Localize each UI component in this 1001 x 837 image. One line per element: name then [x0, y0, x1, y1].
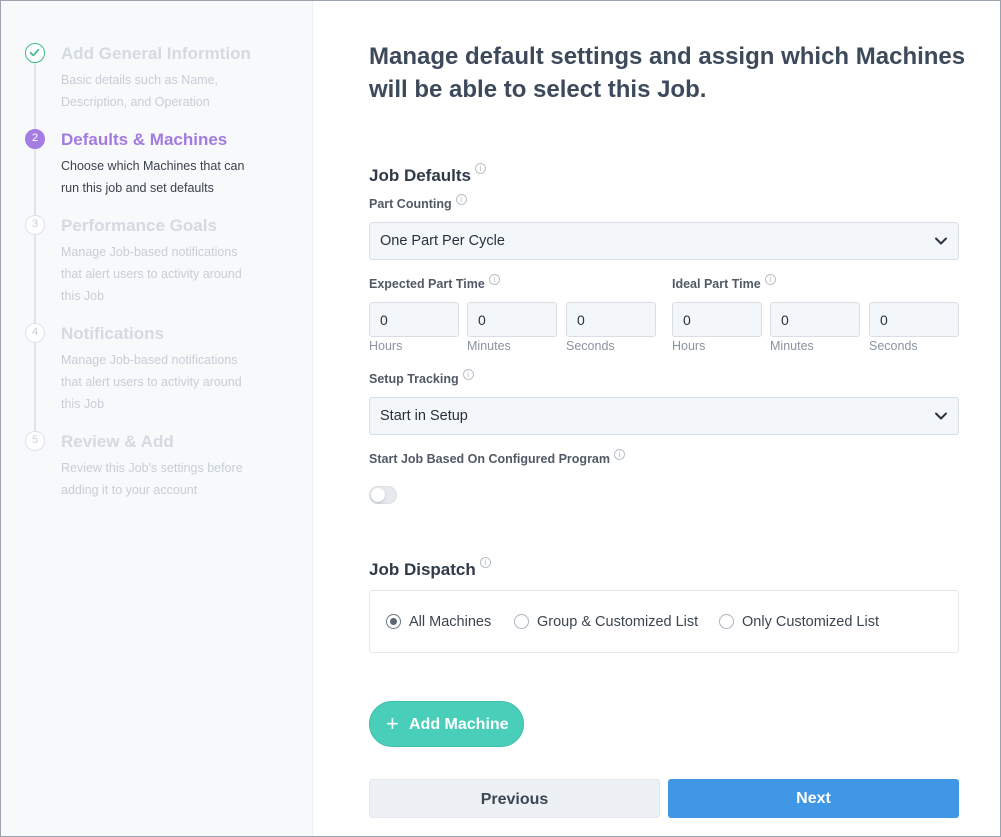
- info-icon[interactable]: i: [614, 449, 626, 460]
- chevron-down-icon: [935, 237, 947, 245]
- info-icon[interactable]: i: [764, 274, 776, 285]
- previous-button[interactable]: Previous: [369, 779, 660, 818]
- info-icon[interactable]: i: [475, 163, 487, 174]
- page-heading: Manage default settings and assign which…: [369, 43, 966, 103]
- start-job-program-label-text: Start Job Based On Configured Program: [369, 452, 611, 466]
- part-counting-label: Part Counting i: [369, 194, 467, 211]
- step-title: Review & Add: [61, 432, 174, 451]
- info-icon[interactable]: i: [488, 274, 500, 285]
- start-job-program-toggle[interactable]: [369, 486, 397, 504]
- steps-connector-line: [34, 63, 36, 441]
- setup-tracking-label-text: Setup Tracking: [369, 372, 459, 386]
- minutes-unit-label: Minutes: [770, 339, 814, 353]
- info-icon[interactable]: i: [455, 194, 467, 205]
- step-description: Manage Job-based notifications that aler…: [61, 353, 242, 411]
- step-number-badge: 4: [25, 323, 45, 343]
- step-description: Basic details such as Name, Description,…: [61, 73, 219, 109]
- expected-hours-input[interactable]: 0: [369, 302, 459, 337]
- step-description: Review this Job's settings before adding…: [61, 461, 243, 497]
- ideal-part-time-label-text: Ideal Part Time: [672, 277, 761, 291]
- next-button[interactable]: Next: [668, 779, 959, 818]
- step-title: Notifications: [61, 324, 164, 343]
- expected-minutes-input[interactable]: 0: [467, 302, 557, 337]
- setup-tracking-value: Start in Setup: [380, 408, 468, 424]
- step-title: Add General Informtion: [61, 44, 251, 63]
- step-description: Manage Job-based notifications that aler…: [61, 245, 242, 303]
- step-number-badge: 5: [25, 431, 45, 451]
- plus-icon: +: [386, 711, 399, 736]
- job-dispatch-title-text: Job Dispatch: [369, 560, 476, 579]
- ideal-part-time-label: Ideal Part Time i: [672, 274, 776, 291]
- ideal-hours-input[interactable]: 0: [672, 302, 762, 337]
- ideal-minutes-input[interactable]: 0: [770, 302, 860, 337]
- radio-indicator: [514, 614, 529, 629]
- add-machine-label: Add Machine: [409, 716, 509, 733]
- check-circle-icon: [25, 43, 45, 63]
- minutes-unit-label: Minutes: [467, 339, 511, 353]
- steps-sidebar: Add General Informtion Basic details suc…: [1, 1, 313, 836]
- info-icon[interactable]: i: [479, 557, 491, 568]
- part-counting-select[interactable]: One Part Per Cycle: [369, 222, 959, 260]
- radio-indicator: [719, 614, 734, 629]
- setup-tracking-select[interactable]: Start in Setup: [369, 397, 959, 435]
- setup-tracking-label: Setup Tracking i: [369, 369, 474, 386]
- radio-selected-indicator: [386, 614, 401, 629]
- hours-unit-label: Hours: [672, 339, 706, 353]
- expected-part-time-label: Expected Part Time i: [369, 274, 500, 291]
- ideal-seconds-input[interactable]: 0: [869, 302, 959, 337]
- seconds-unit-label: Seconds: [566, 339, 615, 353]
- radio-only-customized-list[interactable]: Only Customized List: [719, 614, 879, 630]
- start-job-program-label: Start Job Based On Configured Program i: [369, 449, 626, 466]
- radio-label: All Machines: [409, 614, 492, 630]
- step-number-badge: 2: [25, 129, 45, 149]
- radio-label: Only Customized List: [742, 614, 879, 630]
- hours-unit-label: Hours: [369, 339, 403, 353]
- expected-part-time-label-text: Expected Part Time: [369, 277, 485, 291]
- step-title: Defaults & Machines: [61, 130, 228, 149]
- expected-seconds-input[interactable]: 0: [566, 302, 656, 337]
- step-description: Choose which Machines that can run this …: [61, 159, 245, 195]
- radio-all-machines[interactable]: All Machines: [386, 614, 491, 630]
- job-dispatch-options: All Machines Group & Customized List Onl…: [369, 590, 959, 653]
- step-title: Performance Goals: [61, 216, 217, 235]
- add-machine-button[interactable]: + Add Machine: [369, 701, 524, 747]
- info-icon[interactable]: i: [462, 369, 474, 380]
- job-dispatch-title: Job Dispatch i: [369, 557, 491, 580]
- job-defaults-title: Job Defaults i: [369, 163, 487, 186]
- job-defaults-title-text: Job Defaults: [369, 166, 472, 185]
- seconds-unit-label: Seconds: [869, 339, 918, 353]
- part-counting-label-text: Part Counting: [369, 197, 452, 211]
- radio-group-customized-list[interactable]: Group & Customized List: [514, 614, 698, 630]
- toggle-knob: [371, 488, 385, 502]
- chevron-down-icon: [935, 412, 947, 420]
- part-counting-value: One Part Per Cycle: [380, 233, 505, 249]
- radio-label: Group & Customized List: [537, 614, 699, 630]
- step-number-badge: 3: [25, 215, 45, 235]
